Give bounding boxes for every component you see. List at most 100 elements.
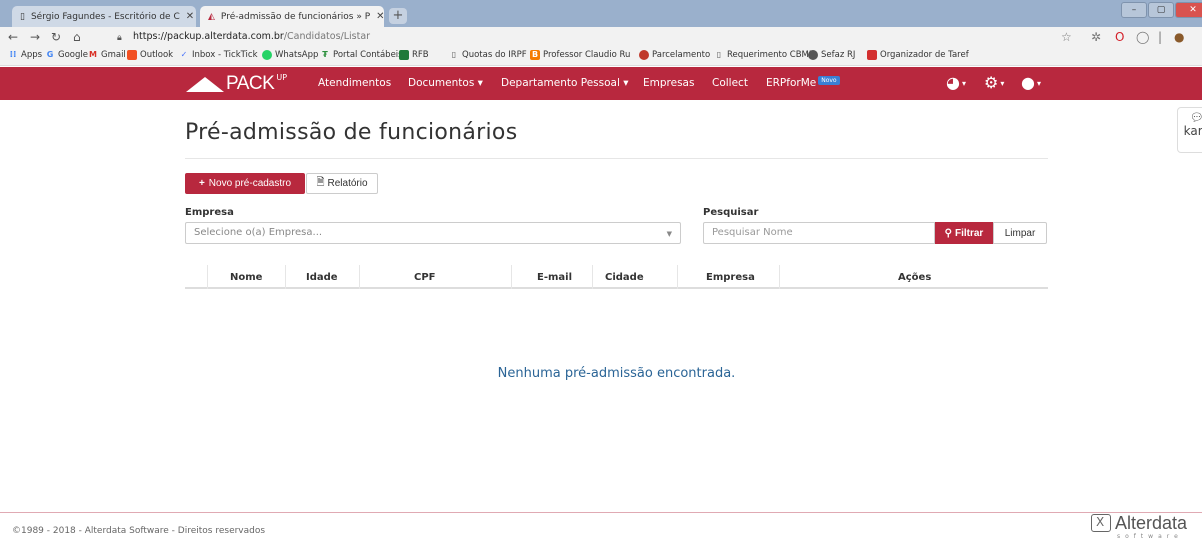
bookmarks-bar: ⁞⁞ Apps G Google M Gmail Outlook ✓ Inbox - T… [0,47,1202,66]
bookmark-label: Parcelamento [652,50,711,60]
apps-icon: ⁞⁞ [9,50,17,60]
page-title: Pré-admissão de funcionários [185,120,518,145]
bookmark-parcelamento[interactable]: Parcelamento [639,50,710,60]
portal-icon: ₮ [322,50,328,59]
forward-arrow-icon[interactable]: → [30,30,40,44]
new-tab-button[interactable]: + [389,8,407,24]
column-header-cpf[interactable]: CPF [414,265,436,289]
close-tab-icon[interactable]: ✕ [376,11,384,22]
profile-icon[interactable]: ● [1174,30,1184,44]
bookmark-google[interactable]: G Google [45,50,88,60]
address-bar[interactable]: https://packup.alterdata.com.br/Candidat… [133,31,370,42]
rfb-icon [399,50,409,60]
title-divider [185,158,1048,159]
clear-button[interactable]: Limpar [993,222,1047,244]
user-icon[interactable]: ● ▾ [1021,74,1041,93]
app-navbar: PACK UP Atendimentos Documentos ▾ Depart… [0,67,1202,100]
column-header-empresa[interactable]: Empresa [706,265,755,289]
browser-tab-inactive[interactable]: ▯ Sérgio Fagundes - Escritório de C ✕ [12,6,196,27]
bookmark-gmail[interactable]: M Gmail [88,50,126,60]
column-header-cidade[interactable]: Cidade [605,265,644,289]
browser-tab-active[interactable]: ◭ Pré-admissão de funcionários » P ✕ [200,6,384,27]
address-bar-row: ← → ↻ ⌂ 🔒︎ https://packup.alterdata.com.… [0,27,1202,47]
footer-copyright: ©1989 - 2018 - Alterdata Software - Dire… [12,526,266,536]
column-divider [592,265,593,289]
opera-icon[interactable]: O [1115,30,1124,44]
nav-atendimentos[interactable]: Atendimentos [318,77,391,89]
maximize-window-button[interactable]: ▢ [1148,2,1174,18]
karu-chat-widget[interactable]: 💬︎ karu [1177,107,1202,153]
tab-title: Pré-admissão de funcionários » P [220,11,371,22]
empresa-select[interactable]: Selecione o(a) Empresa... ▼ [185,222,681,244]
outlook-icon [127,50,137,60]
logo-text: PACK [226,73,275,94]
extension-icon[interactable]: ✲ [1091,30,1101,44]
alterdata-sub: software [1117,533,1183,540]
new-badge: Novo [818,76,840,85]
nav-erpforme[interactable]: ERPforMe Novo [766,76,840,89]
button-label: Relatório [327,178,368,189]
nav-departamento-pessoal[interactable]: Departamento Pessoal ▾ [501,77,629,89]
bookmark-professor[interactable]: B Professor Claudio Ru [530,50,630,60]
bookmark-organizador[interactable]: Organizador de Taref [867,50,969,60]
close-window-button[interactable]: ✕ [1175,2,1202,18]
blogger-icon: B [530,50,540,60]
bookmark-rfb[interactable]: RFB [399,50,429,60]
button-label: Limpar [1004,227,1036,239]
column-header-email[interactable]: E-mail [537,265,572,289]
page-icon: ▯ [716,50,722,59]
lock-icon: 🔒︎ [117,33,122,43]
bookmark-portal[interactable]: ₮ Portal Contábeis [320,50,402,60]
nav-label: Documentos [408,77,475,89]
bookmark-ticktick[interactable]: ✓ Inbox - TickTick [179,50,258,60]
whatsapp-icon [262,50,272,60]
bookmark-label: Apps [21,50,43,60]
new-precadastro-button[interactable]: + Novo pré-cadastro [185,173,305,194]
bookmark-sefaz[interactable]: Sefaz RJ [808,50,855,60]
logo-sup: UP [276,72,288,82]
packup-logo[interactable]: PACK UP [186,73,287,95]
report-button[interactable]: 🗎︎ Relatório [306,173,378,194]
bookmark-whatsapp[interactable]: WhatsApp [262,50,318,60]
footer-divider [0,512,1202,513]
alterdata-logo: Alterdata software [1091,513,1188,540]
column-header-idade[interactable]: Idade [306,265,338,289]
plus-icon: + [198,178,205,189]
search-name-input[interactable]: Pesquisar Nome [703,222,935,244]
parcelamento-icon [639,50,649,60]
chevron-down-icon: ▼ [666,230,672,238]
extension-icon[interactable]: ◯ [1136,30,1149,44]
bookmark-label: Organizador de Taref [880,50,969,60]
nav-collect[interactable]: Collect [712,77,748,89]
nav-empresas[interactable]: Empresas [643,77,694,89]
separator-icon: | [1158,30,1163,44]
bookmark-apps[interactable]: ⁞⁞ Apps [8,50,42,60]
alterdata-brand: Alterdata [1115,513,1188,533]
column-divider [779,265,780,289]
globe-icon[interactable]: ◕ ▾ [946,74,966,93]
nav-label: Departamento Pessoal [501,77,620,89]
table-header: Nome Idade CPF E-mail Cidade Empresa Açõ… [185,265,1048,289]
bookmark-quotas[interactable]: ▯ Quotas do IRPF [449,50,527,60]
bookmark-label: Gmail [101,50,126,60]
bookmark-label: Inbox - TickTick [192,50,258,60]
select-placeholder: Selecione o(a) Empresa... [194,227,323,238]
column-header-nome[interactable]: Nome [230,265,262,289]
close-tab-icon[interactable]: ✕ [186,11,194,22]
column-divider [677,265,678,289]
gear-icon[interactable]: ⚙ ▾ [984,74,1004,93]
nav-documentos[interactable]: Documentos ▾ [408,77,483,89]
bookmark-requerimento[interactable]: ▯ Requerimento CBME [714,50,814,60]
home-icon[interactable]: ⌂ [73,30,81,44]
empty-state-message: Nenhuma pré-admissão encontrada. [497,366,736,381]
back-arrow-icon[interactable]: ← [8,30,18,44]
page-icon: ▯ [451,50,457,59]
document-icon: 🗎︎ [316,177,325,188]
reload-icon[interactable]: ↻ [51,30,61,44]
button-label: Filtrar [954,227,984,239]
filter-button[interactable]: ⚲ Filtrar [935,222,993,244]
column-header-acoes: Ações [898,271,932,283]
bookmark-outlook[interactable]: Outlook [127,50,173,60]
star-icon[interactable]: ☆ [1061,30,1072,44]
minimize-window-button[interactable]: – [1121,2,1147,18]
